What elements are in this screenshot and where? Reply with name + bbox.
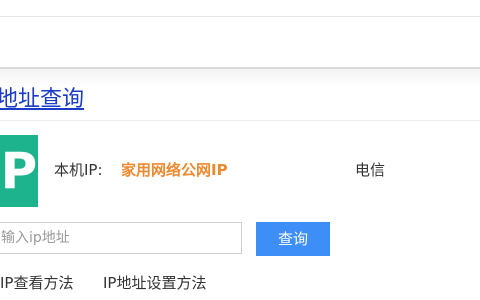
page: 地址查询 P 本机IP: 家用网络公网IP 电信 查询 IP查看方法 IP地址设… xyxy=(0,0,480,300)
top-strip xyxy=(0,0,480,17)
local-ip-label: 本机IP: xyxy=(54,161,103,179)
ip-input[interactable] xyxy=(0,222,242,254)
search-bar-area xyxy=(0,17,480,69)
header-shadow xyxy=(0,69,480,87)
local-ip-value: 家用网络公网IP xyxy=(121,161,228,179)
query-button[interactable]: 查询 xyxy=(256,222,330,256)
isp-label: 电信 xyxy=(355,161,386,179)
link-ip-settings-method[interactable]: IP地址设置方法 xyxy=(103,273,206,293)
divider xyxy=(0,120,480,121)
link-ip-lookup-method[interactable]: IP查看方法 xyxy=(0,273,73,293)
section-title[interactable]: 地址查询 xyxy=(0,86,84,114)
p-logo-icon: P xyxy=(0,135,38,207)
